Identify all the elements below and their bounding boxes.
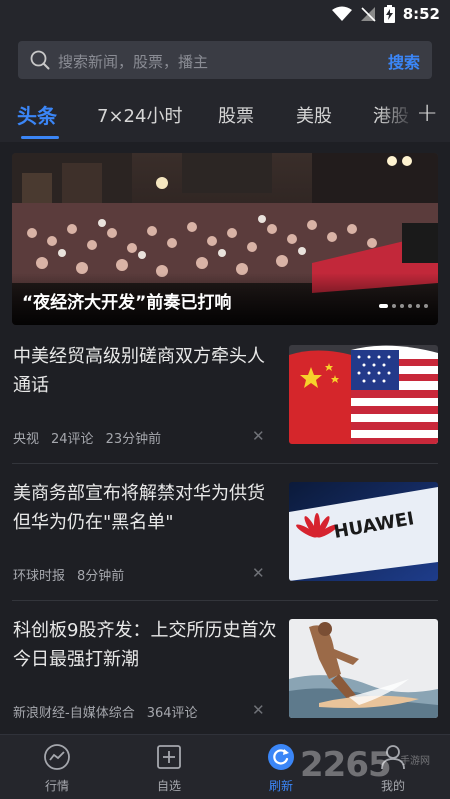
watermark: 2265: [300, 745, 392, 785]
news-source: 央视: [13, 432, 40, 447]
carousel-dot: [400, 304, 404, 308]
news-thumbnail: HUAWEI: [289, 482, 438, 581]
news-source: 新浪财经-自媒体综合: [13, 706, 135, 721]
dismiss-icon[interactable]: ✕: [252, 701, 265, 719]
nav-label: 自选: [156, 779, 181, 793]
status-time: 8:52: [402, 5, 440, 23]
refresh-icon: [268, 744, 294, 770]
search-input[interactable]: 搜索新闻，股票，播主 搜索: [18, 41, 432, 79]
tabs-fade: [376, 88, 416, 142]
search-button[interactable]: 搜索: [388, 49, 420, 73]
nav-label: 行情: [44, 779, 69, 793]
carousel-indicator: [379, 304, 428, 308]
tab-7x24[interactable]: 7×24小时: [97, 102, 182, 128]
news-thumbnail: [289, 619, 438, 718]
banner-carousel[interactable]: “夜经济大开发”前奏已打响: [12, 153, 438, 325]
carousel-dot: [424, 304, 428, 308]
tab-us-stocks[interactable]: 美股: [296, 102, 332, 128]
search-placeholder: 搜索新闻，股票，播主: [58, 53, 209, 71]
news-item[interactable]: 中美经贸高级别磋商双方牵头人通话 央视 24评论 23分钟前 ✕: [0, 342, 450, 479]
tab-headlines[interactable]: 头条: [17, 100, 57, 129]
dismiss-icon[interactable]: ✕: [252, 564, 265, 582]
news-comments: 24评论: [51, 432, 94, 447]
news-meta: 新浪财经-自媒体综合 364评论: [13, 702, 198, 721]
huawei-image: HUAWEI: [289, 482, 438, 581]
watermark-sub: 手游网: [400, 756, 430, 767]
news-meta: 央视 24评论 23分钟前: [13, 428, 161, 447]
category-tabs: 头条 7×24小时 股票 美股 港股 +: [0, 88, 450, 142]
active-tab-indicator: [21, 136, 59, 139]
news-meta: 环球时报 8分钟前: [13, 565, 124, 584]
news-thumbnail: [289, 345, 438, 444]
plus-square-icon: [157, 745, 181, 769]
nav-watchlist[interactable]: 自选: [124, 735, 214, 799]
news-title: 科创板9股齐发：上交所历史首次 今日最强打新潮: [13, 620, 277, 670]
banner-caption: “夜经济大开发”前奏已打响: [22, 293, 232, 313]
news-source: 环球时报: [13, 569, 66, 584]
search-icon: [30, 50, 50, 70]
chart-circle-icon: [44, 744, 70, 770]
news-time: 23分钟前: [105, 432, 162, 447]
carousel-dot: [392, 304, 396, 308]
news-title: 美商务部宣布将解禁对华为供货 但华为仍在"黑名单": [13, 483, 265, 533]
add-tab-icon[interactable]: +: [416, 98, 438, 128]
status-bar: 8:52: [0, 0, 450, 30]
news-title: 中美经贸高级别磋商双方牵头人通话: [13, 346, 265, 396]
carousel-dot: [408, 304, 412, 308]
dismiss-icon[interactable]: ✕: [252, 427, 265, 445]
search-header: 搜索新闻，股票，播主 搜索: [0, 30, 450, 88]
flags-image: [289, 345, 438, 444]
divider: [12, 463, 438, 464]
divider: [12, 600, 438, 601]
status-icons: 8:52: [331, 5, 440, 23]
news-comments: 364评论: [146, 706, 198, 721]
news-time: 8分钟前: [77, 569, 125, 584]
news-item[interactable]: 科创板9股齐发：上交所历史首次 今日最强打新潮 新浪财经-自媒体综合 364评论…: [0, 616, 450, 753]
no-signal-icon: [360, 7, 376, 22]
battery-charging-icon: [383, 5, 395, 23]
wifi-icon: [331, 6, 352, 21]
carousel-dot: [379, 304, 388, 308]
news-item[interactable]: 美商务部宣布将解禁对华为供货 但华为仍在"黑名单" 环球时报 8分钟前 ✕ HU…: [0, 479, 450, 616]
carousel-dot: [416, 304, 420, 308]
tab-stocks[interactable]: 股票: [218, 102, 254, 128]
surfer-image: [289, 619, 438, 718]
nav-market[interactable]: 行情: [12, 735, 102, 799]
